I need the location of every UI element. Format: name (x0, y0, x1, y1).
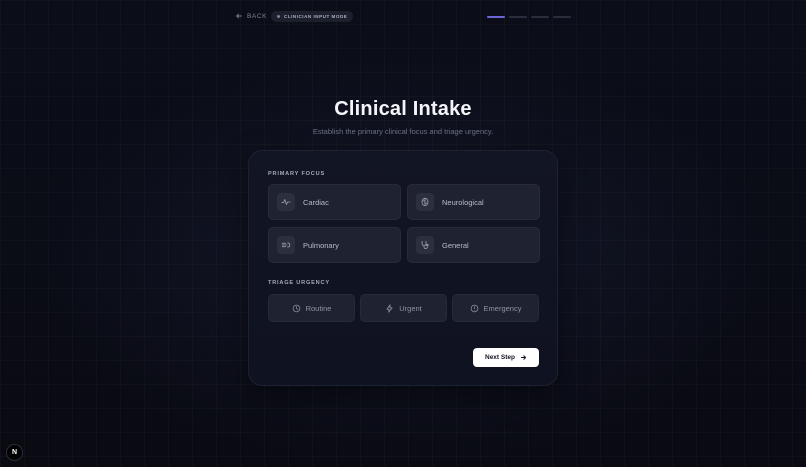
urgency-option-label: Emergency (483, 303, 522, 313)
progress-step-3 (531, 16, 549, 18)
focus-option-neurological[interactable]: Neurological (407, 184, 540, 220)
brain-icon (416, 193, 434, 211)
triage-urgency-label: TRIAGE URGENCY (268, 280, 330, 286)
urgency-option-routine[interactable]: Routine (268, 294, 355, 322)
focus-option-label: General (442, 240, 469, 250)
intake-card: PRIMARY FOCUS Cardiac Neurological Pulmo… (248, 150, 558, 386)
focus-option-label: Pulmonary (303, 240, 339, 250)
next-step-button[interactable]: Next Step (473, 348, 539, 367)
step-progress (487, 16, 571, 18)
focus-option-pulmonary[interactable]: Pulmonary (268, 227, 401, 263)
heartbeat-icon (277, 193, 295, 211)
focus-option-label: Cardiac (303, 197, 329, 207)
mode-badge: CLINICIAN INPUT MODE (271, 11, 354, 22)
urgency-option-label: Urgent (399, 303, 422, 313)
clock-icon (292, 304, 300, 312)
focus-option-cardiac[interactable]: Cardiac (268, 184, 401, 220)
back-label: BACK (247, 12, 268, 20)
stethoscope-icon (416, 236, 434, 254)
back-button[interactable]: BACK (235, 12, 267, 20)
page-subtitle: Establish the primary clinical focus and… (312, 127, 494, 136)
arrow-left-icon (236, 13, 242, 19)
urgency-option-label: Routine (305, 303, 332, 313)
framework-badge[interactable]: N (6, 444, 23, 461)
top-bar: BACK CLINICIAN INPUT MODE (235, 11, 571, 24)
page-title: Clinical Intake (334, 98, 472, 120)
progress-step-1 (487, 16, 505, 18)
progress-step-4 (553, 16, 571, 18)
bolt-icon (386, 303, 393, 313)
primary-focus-label: PRIMARY FOCUS (268, 171, 326, 177)
arrow-right-icon (520, 355, 527, 360)
mode-badge-label: CLINICIAN INPUT MODE (284, 14, 348, 19)
focus-option-general[interactable]: General (407, 227, 540, 263)
lungs-icon (277, 236, 295, 254)
urgency-option-emergency[interactable]: Emergency (452, 294, 539, 322)
urgency-option-urgent[interactable]: Urgent (360, 294, 447, 322)
status-dot-icon (277, 15, 280, 18)
focus-option-label: Neurological (442, 197, 484, 207)
next-step-label: Next Step (485, 354, 515, 361)
progress-step-2 (509, 16, 527, 18)
framework-badge-label: N (11, 449, 18, 456)
alert-circle-icon (470, 304, 478, 312)
